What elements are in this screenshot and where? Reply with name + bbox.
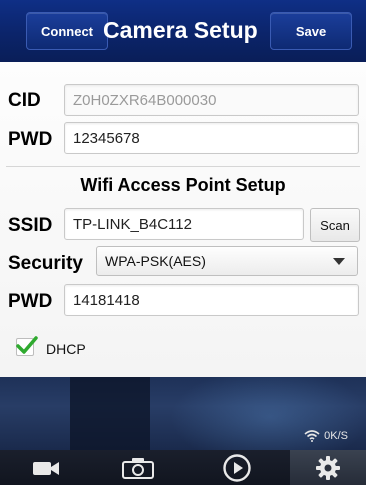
scan-button[interactable]: Scan — [310, 208, 360, 242]
video-preview: 0K/S — [0, 377, 366, 450]
divider — [6, 166, 360, 167]
camera-setup-screen: Connect Camera Setup Save CID Z0H0ZXR64B… — [0, 0, 366, 485]
camera-pwd-label: PWD — [8, 129, 53, 150]
security-select[interactable]: WPA-PSK(AES) — [96, 246, 358, 276]
save-button[interactable]: Save — [270, 12, 352, 50]
ssid-label: SSID — [8, 215, 53, 236]
header-bar: Connect Camera Setup Save — [0, 0, 366, 62]
network-speed: 0K/S — [304, 430, 348, 442]
ssid-field[interactable]: TP-LINK_B4C112 — [64, 208, 304, 240]
dhcp-checkbox[interactable] — [16, 336, 38, 356]
tab-snapshot[interactable] — [92, 450, 184, 485]
connect-button[interactable]: Connect — [26, 12, 108, 50]
chevron-down-icon — [333, 258, 345, 265]
cid-field: Z0H0ZXR64B000030 — [64, 84, 359, 116]
wifi-section-title: Wifi Access Point Setup — [80, 175, 286, 195]
tab-video[interactable] — [0, 450, 92, 485]
tab-playback[interactable] — [184, 450, 290, 485]
check-icon — [16, 336, 38, 354]
gear-icon — [316, 455, 340, 480]
wifi-pwd-label: PWD — [8, 291, 53, 312]
setup-form: CID Z0H0ZXR64B000030 PWD 12345678 Wifi A… — [0, 62, 366, 377]
page-title: Camera Setup — [103, 17, 258, 43]
dhcp-label: DHCP — [46, 341, 86, 357]
cid-label: CID — [8, 90, 41, 111]
tab-settings[interactable] — [290, 450, 366, 485]
camera-password-field[interactable]: 12345678 — [64, 122, 359, 154]
video-camera-icon — [33, 461, 59, 475]
play-icon — [223, 453, 251, 482]
wifi-icon — [304, 430, 320, 442]
security-select-value: WPA-PSK(AES) — [105, 253, 206, 269]
wifi-password-field[interactable]: 14181418 — [64, 284, 359, 316]
speed-value: 0K/S — [324, 430, 348, 442]
bottom-tab-bar — [0, 450, 366, 485]
camera-icon — [122, 457, 154, 479]
security-label: Security — [8, 253, 83, 274]
